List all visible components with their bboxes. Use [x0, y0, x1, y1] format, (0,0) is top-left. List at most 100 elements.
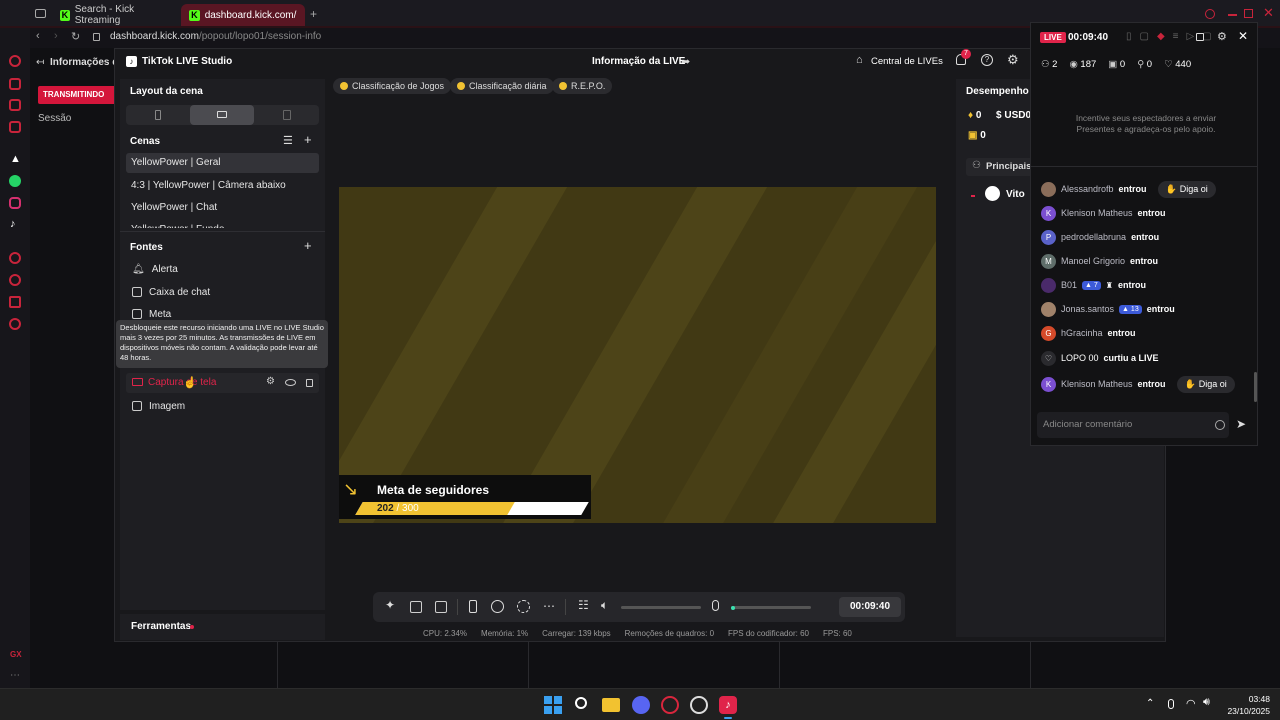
tools-bar[interactable]: Ferramentas: [120, 614, 325, 640]
pip-icon[interactable]: [435, 601, 447, 613]
speaker-volume-slider[interactable]: [621, 606, 701, 609]
sidebar-app-icon-3[interactable]: [9, 99, 21, 111]
whatsapp-icon[interactable]: [9, 175, 21, 187]
speaker-icon[interactable]: 🔈︎: [601, 598, 608, 613]
sidebar-app-icon-1[interactable]: [9, 55, 21, 67]
phone-icon[interactable]: [469, 600, 477, 613]
layout-portrait-button[interactable]: [126, 105, 190, 125]
unlock-icon[interactable]: [1196, 33, 1204, 41]
scene-item[interactable]: 4:3 | YellowPower | Câmera abaixo: [126, 176, 319, 196]
microphone-icon[interactable]: [712, 600, 719, 611]
layers-icon[interactable]: [410, 601, 422, 613]
chat-username[interactable]: pedrodellabruna: [1061, 232, 1126, 242]
reload-icon[interactable]: ↻: [71, 30, 80, 43]
aria-icon[interactable]: ▲: [10, 153, 21, 165]
back-icon[interactable]: ‹: [36, 30, 40, 42]
sidebar-app-icon-4[interactable]: [9, 121, 21, 133]
chat-scrollbar[interactable]: [1254, 372, 1257, 402]
add-scene-button[interactable]: +: [304, 132, 312, 147]
audio-mixer-icon[interactable]: ☷: [578, 598, 589, 612]
close-chat-icon[interactable]: ✕: [1238, 29, 1248, 43]
chip-game[interactable]: R.E.P.O.: [552, 78, 613, 94]
instagram-icon[interactable]: [9, 197, 21, 209]
source-item-alert[interactable]: 🔔︎ Alerta: [132, 259, 178, 279]
chat-username[interactable]: Manoel Grigorio: [1061, 256, 1125, 266]
chat-username[interactable]: Alessandrofb: [1061, 184, 1114, 194]
settings-gear-icon[interactable]: ⚙: [1007, 52, 1019, 68]
magic-wand-icon[interactable]: ✦: [385, 598, 395, 612]
search-icon[interactable]: [575, 697, 587, 709]
microphone-volume-slider[interactable]: [731, 605, 811, 610]
live-info-title[interactable]: Informação da LIVE: [592, 56, 685, 67]
record-icon[interactable]: [491, 600, 504, 613]
visibility-eye-icon[interactable]: [285, 379, 296, 386]
chip-game-ranking[interactable]: Classificação de Jogos: [333, 78, 452, 94]
tab-dashboard[interactable]: K dashboard.kick.com/popo: [181, 4, 305, 26]
clock-time[interactable]: 03:48: [1240, 694, 1270, 704]
share-icon[interactable]: ➦: [681, 55, 690, 68]
tiktok-icon[interactable]: ♪: [10, 218, 16, 230]
more-icon[interactable]: ⋯: [10, 670, 20, 681]
back-arrow-icon[interactable]: ↤: [36, 57, 44, 68]
source-item-chatbox[interactable]: Caixa de chat: [132, 282, 210, 302]
lock-icon[interactable]: [306, 379, 313, 387]
scene-item[interactable]: YellowPower | Geral: [126, 153, 319, 173]
settings-icon[interactable]: [9, 318, 21, 330]
close-icon[interactable]: ✕: [1263, 5, 1274, 21]
chip-daily-ranking[interactable]: Classificação diária: [450, 78, 554, 94]
chat-username[interactable]: Jonas.santos: [1061, 304, 1114, 314]
url-field[interactable]: dashboard.kick.com/popout/lopo01/session…: [110, 31, 321, 42]
menu-icon[interactable]: ≡: [1173, 31, 1179, 42]
minimize-icon[interactable]: [1228, 14, 1237, 16]
sidebar-app-icon-2[interactable]: [9, 78, 21, 90]
live-central-button[interactable]: Central de LIVEs: [871, 56, 943, 67]
sidebar-app-icon-5[interactable]: [9, 252, 21, 264]
tray-chevron-icon[interactable]: ⌃: [1146, 698, 1154, 709]
clock-date[interactable]: 23/10/2025: [1220, 706, 1270, 716]
comment-input[interactable]: Adicionar comentário: [1037, 412, 1229, 438]
camera-effect-icon[interactable]: [517, 600, 530, 613]
tab-switcher-icon[interactable]: [35, 9, 46, 18]
chat-username[interactable]: Klenison Matheus: [1061, 379, 1133, 389]
source-item-image[interactable]: Imagem: [132, 396, 185, 416]
layout-dual-button[interactable]: [254, 105, 319, 125]
chat-username[interactable]: hGracinha: [1061, 328, 1103, 338]
scene-list-icon[interactable]: ☰: [283, 134, 293, 147]
pin-icon[interactable]: ▯: [1126, 31, 1132, 42]
history-icon[interactable]: [9, 274, 21, 286]
file-explorer-icon[interactable]: [602, 698, 620, 712]
app-icon[interactable]: [690, 696, 708, 714]
maximize-icon[interactable]: [1244, 9, 1253, 18]
scene-item[interactable]: YellowPower | Chat: [126, 198, 319, 218]
discord-icon[interactable]: [632, 696, 650, 714]
forward-icon[interactable]: ›: [54, 30, 58, 42]
follower-goal-widget[interactable]: ↘ Meta de seguidores 202 / 300: [339, 475, 591, 519]
play-icon[interactable]: ▷: [1187, 31, 1195, 42]
gx-icon[interactable]: GX: [10, 650, 22, 659]
stream-preview[interactable]: ↘ Meta de seguidores 202 / 300: [339, 187, 936, 523]
send-icon[interactable]: ➤: [1236, 417, 1246, 431]
tiktok-studio-icon[interactable]: ♪: [719, 696, 737, 714]
sidebar-app-icon-6[interactable]: [9, 296, 21, 308]
shield-icon[interactable]: ◆: [1157, 31, 1165, 42]
emoji-icon[interactable]: [1215, 420, 1225, 430]
say-hi-button[interactable]: ✋ Diga oi: [1157, 180, 1216, 198]
more-options-icon[interactable]: ⋯: [543, 599, 555, 613]
tab-kick-search[interactable]: K Search - Kick Streaming: [52, 4, 178, 26]
source-settings-icon[interactable]: ⚙: [266, 376, 275, 387]
chat-username[interactable]: Klenison Matheus: [1061, 208, 1133, 218]
microphone-icon[interactable]: [1168, 699, 1174, 709]
search-icon[interactable]: [1205, 9, 1215, 19]
add-source-button[interactable]: +: [304, 238, 312, 253]
scene-item-clipped[interactable]: YellowPower | Fundo: [126, 220, 319, 228]
settings-gear-icon[interactable]: ⚙: [1217, 30, 1227, 43]
window-icon[interactable]: ▢: [1140, 31, 1149, 42]
chat-username[interactable]: LOPO 00: [1061, 353, 1099, 363]
windows-start-icon[interactable]: [544, 696, 562, 714]
volume-icon[interactable]: 🔊︎: [1203, 696, 1210, 709]
say-hi-button[interactable]: ✋ Diga oi: [1176, 375, 1235, 393]
wifi-icon[interactable]: ◠: [1186, 697, 1196, 710]
chat-username[interactable]: B01: [1061, 280, 1077, 290]
help-icon[interactable]: ?: [981, 54, 993, 66]
layout-landscape-button[interactable]: [190, 105, 254, 125]
